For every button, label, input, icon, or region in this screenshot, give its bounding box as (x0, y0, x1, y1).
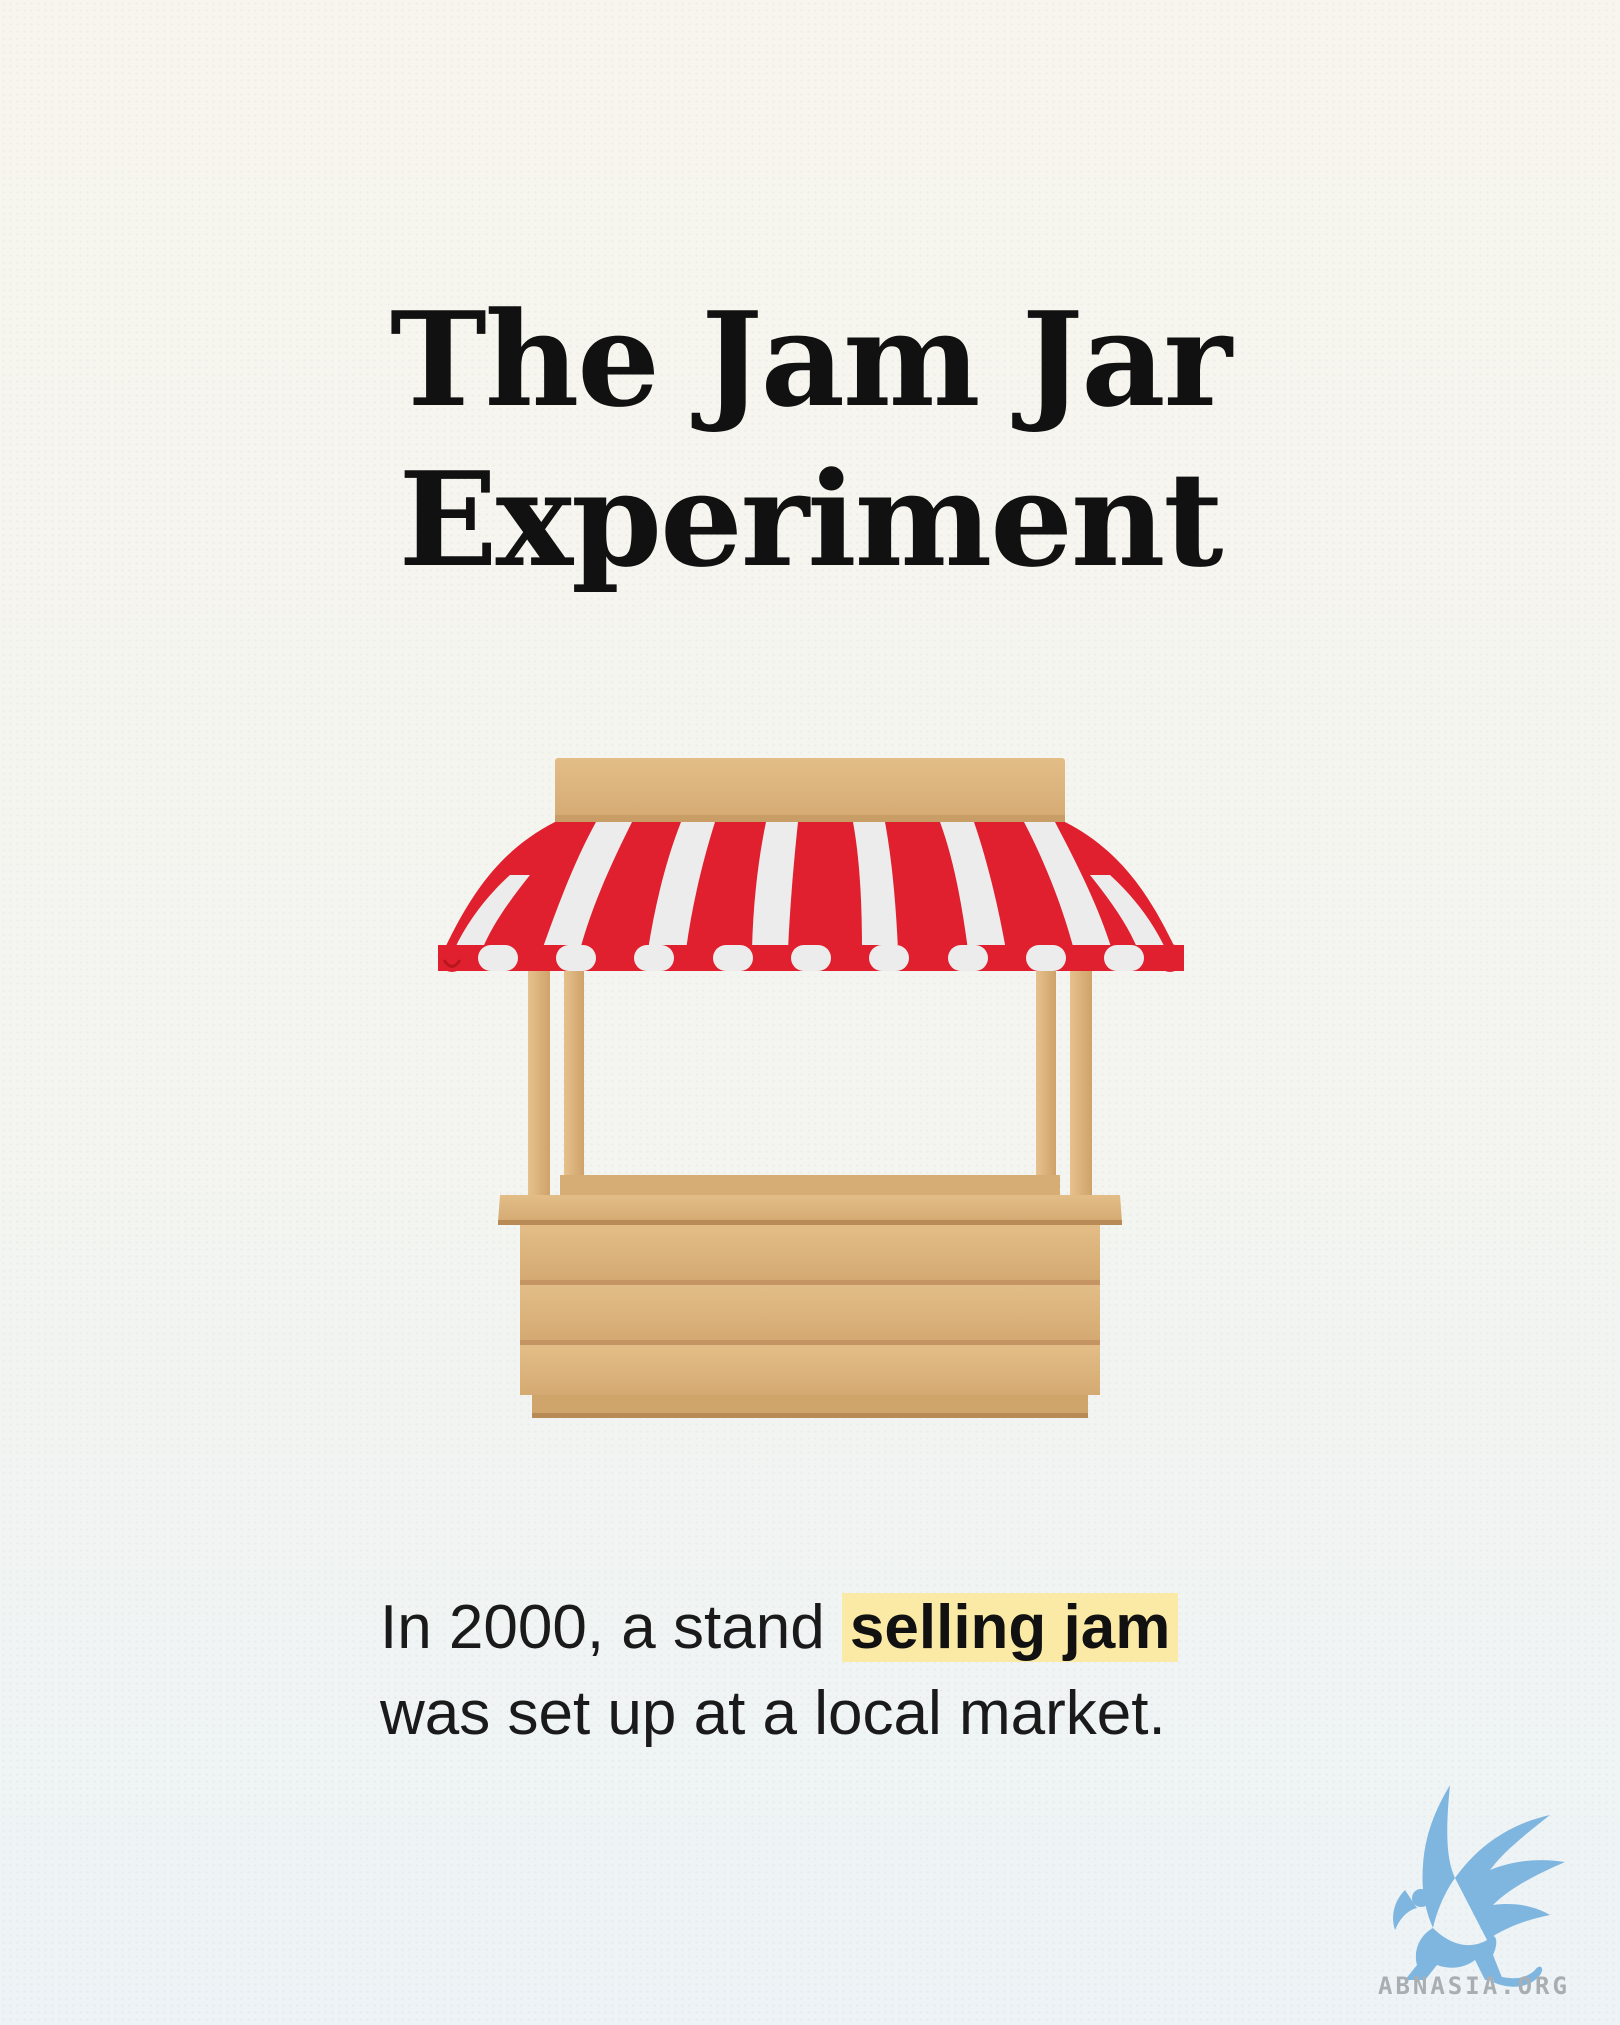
title-line-2: Experiment (398, 443, 1224, 596)
counter-top (498, 1195, 1122, 1222)
caption-highlight: selling jam (841, 1593, 1179, 1662)
caption-text-end: was set up at a local market. (380, 1679, 1166, 1748)
awning (438, 822, 1184, 972)
title-line-1: The Jam Jar (389, 283, 1232, 436)
stand-post-right (1070, 970, 1092, 1215)
caption: In 2000, a stand selling jam was set up … (380, 1585, 1380, 1757)
caption-text-start: In 2000, a stand (380, 1593, 842, 1662)
page-title: The Jam Jar Experiment (0, 280, 1620, 600)
market-stand-icon (438, 758, 1184, 1418)
sign-board (555, 758, 1065, 822)
stand-post-left (528, 970, 550, 1215)
logo-text: ABNASIA.ORG (1378, 1972, 1570, 2000)
counter-body (520, 1225, 1100, 1418)
